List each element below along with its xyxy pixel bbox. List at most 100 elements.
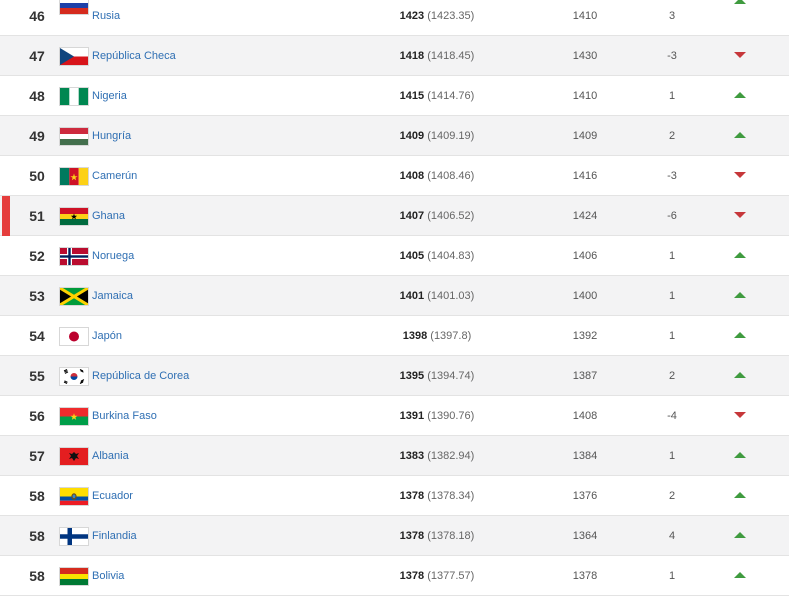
previous-points: 1410	[572, 90, 598, 102]
points: 1415 (1414.76)	[362, 76, 512, 116]
ecuador-flag-icon	[59, 487, 89, 506]
points: 1423 (1423.35)	[362, 0, 512, 36]
position-change: -6	[667, 210, 677, 222]
trend-up-icon	[733, 490, 747, 500]
country-link[interactable]: Finlandia	[92, 516, 137, 556]
cameroon-flag-icon	[59, 167, 89, 186]
country-link[interactable]: República de Corea	[92, 356, 189, 396]
table-row-ghana: 51 Ghana 1407 (1406.52) 1424 -6	[0, 196, 789, 236]
hungary-flag-icon	[59, 127, 89, 146]
points-exact: (1418.45)	[427, 50, 475, 62]
previous-points: 1416	[572, 170, 598, 182]
position-change: -4	[667, 410, 677, 422]
table-row-burkina-faso: 56 Burkina Faso 1391 (1390.76) 1408 -4	[0, 396, 789, 436]
table-row-camerun: 50 Camerún 1408 (1408.46) 1416 -3	[0, 156, 789, 196]
burkina-faso-flag-icon	[59, 407, 89, 426]
position-change: 3	[668, 10, 676, 22]
points-exact: (1390.76)	[427, 410, 475, 422]
previous-points: 1430	[572, 50, 598, 62]
points: 1378 (1378.18)	[362, 516, 512, 556]
points-exact: (1382.94)	[427, 450, 475, 462]
points-exact: (1397.8)	[430, 330, 472, 342]
country-link[interactable]: Burkina Faso	[92, 396, 157, 436]
country-link[interactable]: Noruega	[92, 236, 134, 276]
points-exact: (1404.83)	[427, 250, 475, 262]
country-link[interactable]: Ghana	[92, 196, 125, 236]
country-link[interactable]: Japón	[92, 316, 122, 356]
points-exact: (1394.74)	[427, 370, 475, 382]
position-change: 2	[668, 490, 676, 502]
position-change: 1	[668, 90, 676, 102]
rank: 47	[29, 48, 45, 64]
country-link[interactable]: Hungría	[92, 116, 131, 156]
trend-up-icon	[733, 130, 747, 140]
points: 1391 (1390.76)	[362, 396, 512, 436]
albania-flag-icon	[59, 447, 89, 466]
points-exact: (1378.34)	[427, 490, 475, 502]
trend-down-icon	[733, 210, 747, 220]
points: 1401 (1401.03)	[362, 276, 512, 316]
points-exact: (1408.46)	[427, 170, 475, 182]
country-link[interactable]: Jamaica	[92, 276, 133, 316]
points-exact: (1409.19)	[427, 130, 475, 142]
rank: 48	[29, 88, 45, 104]
japan-flag-icon	[59, 327, 89, 346]
country-link[interactable]: República Checa	[92, 36, 176, 76]
finland-flag-icon	[59, 527, 89, 546]
nigeria-flag-icon	[59, 87, 89, 106]
trend-up-icon	[733, 250, 747, 260]
previous-points: 1384	[572, 450, 598, 462]
points: 1378 (1377.57)	[362, 556, 512, 596]
previous-points: 1406	[572, 250, 598, 262]
highlight-marker	[2, 196, 10, 236]
country-link[interactable]: Albania	[92, 436, 129, 476]
rank: 57	[29, 448, 45, 464]
points-total: 1423	[399, 10, 425, 22]
points: 1398 (1397.8)	[362, 316, 512, 356]
points: 1409 (1409.19)	[362, 116, 512, 156]
rank: 46	[29, 8, 45, 24]
points-total: 1391	[399, 410, 425, 422]
table-row-ecuador: 58 Ecuador 1378 (1378.34) 1376 2	[0, 476, 789, 516]
position-change: -3	[667, 170, 677, 182]
jamaica-flag-icon	[59, 287, 89, 306]
table-row-noruega: 52 Noruega 1405 (1404.83) 1406 1	[0, 236, 789, 276]
czech-republic-flag-icon	[59, 47, 89, 66]
points-total: 1415	[399, 90, 425, 102]
points-total: 1407	[399, 210, 425, 222]
position-change: 4	[668, 530, 676, 542]
country-link[interactable]: Camerún	[92, 156, 137, 196]
country-link[interactable]: Ecuador	[92, 476, 133, 516]
rank: 49	[29, 128, 45, 144]
trend-up-icon	[733, 290, 747, 300]
position-change: 2	[668, 370, 676, 382]
points-total: 1405	[399, 250, 425, 262]
rank: 56	[29, 408, 45, 424]
table-row-albania: 57 Albania 1383 (1382.94) 1384 1	[0, 436, 789, 476]
country-link[interactable]: Bolivia	[92, 556, 124, 596]
trend-up-icon	[733, 570, 747, 580]
points-total: 1383	[399, 450, 425, 462]
norway-flag-icon	[59, 247, 89, 266]
rank: 53	[29, 288, 45, 304]
points-exact: (1377.57)	[427, 570, 475, 582]
table-row-jamaica: 53 Jamaica 1401 (1401.03) 1400 1	[0, 276, 789, 316]
points: 1408 (1408.46)	[362, 156, 512, 196]
rank: 51	[29, 208, 45, 224]
points-total: 1378	[399, 490, 425, 502]
points-total: 1418	[399, 50, 425, 62]
position-change: 1	[668, 330, 676, 342]
trend-up-icon	[733, 450, 747, 460]
position-change: -3	[667, 50, 677, 62]
country-link[interactable]: Nigeria	[92, 76, 127, 116]
points: 1407 (1406.52)	[362, 196, 512, 236]
previous-points: 1408	[572, 410, 598, 422]
trend-up-icon	[733, 330, 747, 340]
country-link[interactable]: Rusia	[92, 0, 120, 36]
ranking-table: 46 Rusia 1423 (1423.35) 1410 3 47 República Ch…	[0, 0, 789, 596]
rank: 58	[29, 488, 45, 504]
previous-points: 1410	[572, 10, 598, 22]
table-row-bolivia: 58 Bolivia 1378 (1377.57) 1378 1	[0, 556, 789, 596]
trend-down-icon	[733, 50, 747, 60]
trend-up-icon	[733, 370, 747, 380]
